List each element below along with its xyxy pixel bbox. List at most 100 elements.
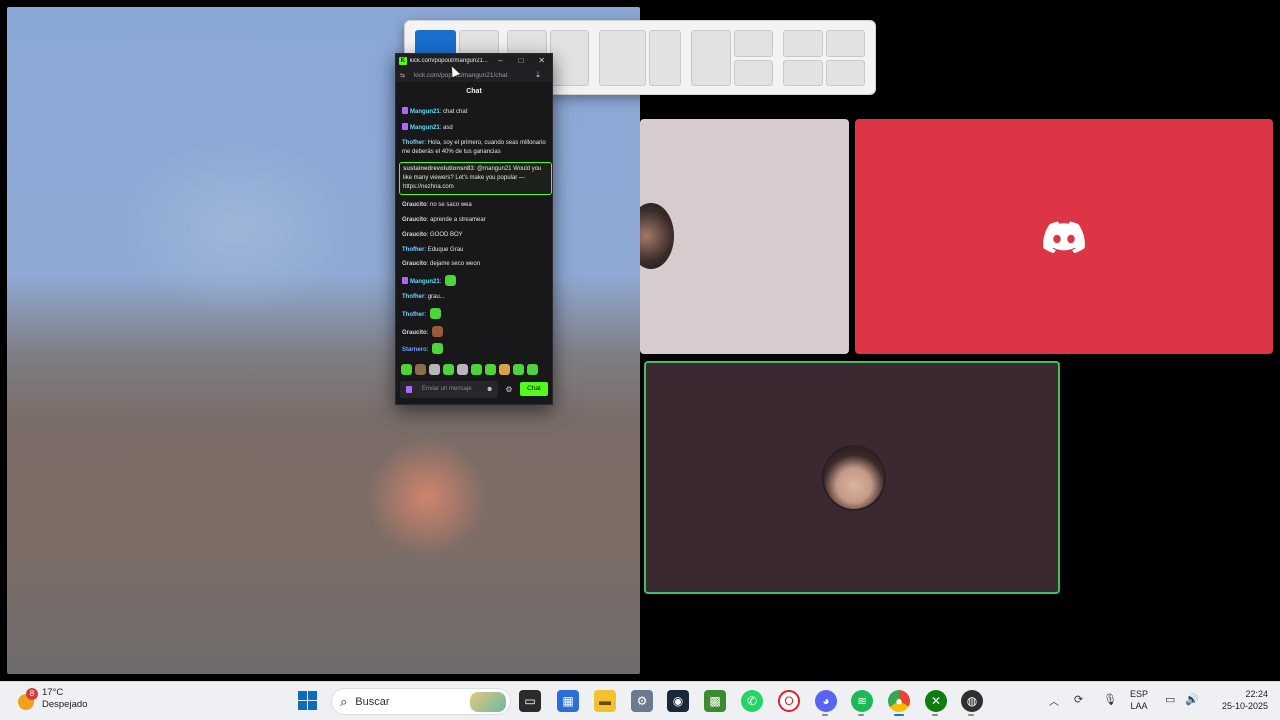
weather-widget[interactable]: 8 17°C Despejado	[16, 687, 87, 711]
discord-icon[interactable]: ◕	[815, 690, 837, 712]
steam-icon[interactable]: ◉	[667, 690, 689, 712]
snap-layout-quarters[interactable]	[783, 30, 865, 86]
chat-message: sustainedrevolutionsn83: @mangun21 Would…	[399, 162, 552, 196]
snap-zone[interactable]	[783, 59, 823, 86]
task-view-icon[interactable]: ▭	[519, 690, 541, 712]
desktop: K kick.com/popout/mangun21... – □ ✕ ⇆ ki…	[0, 0, 1280, 720]
snap-zone[interactable]	[825, 30, 865, 57]
emote-button[interactable]	[401, 364, 412, 375]
running-app-indicator	[822, 714, 828, 716]
taskbar-search[interactable]: ⌕ Buscar	[331, 688, 511, 715]
chat-input[interactable]: Enviar un mensaje	[422, 386, 482, 393]
chat-emote-icon[interactable]	[432, 343, 444, 355]
window-title: kick.com/popout/mangun21...	[409, 58, 488, 64]
send-chat-button[interactable]: Chat	[520, 382, 548, 396]
chat-username[interactable]: Thofher	[402, 247, 424, 253]
chat-message: Graucito: dejame seco weon	[402, 260, 550, 269]
chat-username[interactable]: Thofher	[402, 294, 424, 300]
snap-zone[interactable]	[649, 30, 681, 86]
emote-button[interactable]	[471, 364, 482, 375]
settings-icon[interactable]: ⚙	[631, 690, 653, 712]
emote-button[interactable]	[485, 364, 496, 375]
chat-message: Graucito: no se saco wea	[402, 201, 550, 210]
participant-tile-discord[interactable]	[855, 119, 1273, 354]
chat-username[interactable]: Graucito	[402, 202, 427, 208]
emote-button[interactable]	[443, 364, 454, 375]
chat-username[interactable]: Mangun21	[410, 279, 440, 285]
chat-message-text: GOOD BOY	[430, 231, 463, 238]
start-button-icon[interactable]	[297, 690, 319, 712]
chat-emote-icon[interactable]	[429, 307, 441, 319]
address-bar[interactable]: ⇆ kick.com/popout/mangun21/chat ⤓	[396, 68, 552, 82]
username-separator: :	[426, 329, 431, 336]
chat-username[interactable]: Graucito	[402, 261, 427, 267]
file-explorer-icon[interactable]: ▬	[594, 690, 616, 712]
kick-logo-icon: K	[399, 57, 407, 65]
chat-message: Thofher: Hola, soy el primero, cuando se…	[402, 139, 550, 157]
obs-icon[interactable]: ◍	[961, 690, 983, 712]
minecraft-icon[interactable]: ▩	[704, 690, 726, 712]
chat-settings-icon[interactable]: ⚙	[504, 385, 514, 394]
maximize-button[interactable]: □	[511, 54, 532, 68]
search-highlight-image	[470, 692, 506, 712]
chat-username[interactable]: sustainedrevolutionsn83	[403, 166, 474, 172]
chat-message: Graucito: GOOD BOY	[402, 231, 550, 240]
chat-username[interactable]: Graucito	[402, 330, 427, 336]
participant-tile-camera[interactable]	[644, 361, 1060, 594]
chat-username[interactable]: Mangun21	[410, 125, 440, 131]
minimize-button[interactable]: –	[490, 54, 511, 68]
snap-zone[interactable]	[733, 30, 773, 57]
chat-username[interactable]: Graucito	[402, 232, 427, 238]
snap-zone[interactable]	[691, 30, 731, 86]
chat-emote-icon[interactable]	[432, 325, 444, 337]
snap-zone[interactable]	[783, 30, 823, 57]
snap-zone[interactable]	[733, 59, 773, 86]
snap-layout-wide-left[interactable]	[599, 30, 681, 86]
chat-emote-icon[interactable]	[445, 275, 457, 287]
chat-message: Graucito:	[402, 325, 550, 338]
chat-message: Starnero:	[402, 343, 550, 355]
emote-button[interactable]	[429, 364, 440, 375]
chat-message: Mangun21: asd	[402, 122, 550, 133]
emote-button[interactable]	[499, 364, 510, 375]
xbox-icon[interactable]: ✕	[925, 690, 947, 712]
site-info-icon[interactable]: ⇆	[400, 72, 410, 79]
snap-zone[interactable]	[599, 30, 647, 86]
chat-username[interactable]: Thofher	[402, 140, 424, 146]
microsoft-store-icon[interactable]: ▦	[557, 690, 579, 712]
chat-username[interactable]: Graucito	[402, 217, 427, 223]
running-app-indicator	[858, 714, 864, 716]
volume-icon[interactable]: 🔊	[1185, 693, 1199, 706]
emote-button[interactable]	[513, 364, 524, 375]
download-icon[interactable]: ⤓	[532, 70, 544, 80]
chrome-icon[interactable]: ●	[888, 690, 910, 712]
spotify-icon[interactable]: ≋	[851, 690, 873, 712]
url-text: kick.com/popout/mangun21/chat	[414, 71, 508, 79]
chat-username[interactable]: Mangun21	[410, 109, 440, 115]
emoji-picker-icon[interactable]: ☻	[486, 386, 493, 393]
participant-tile-1[interactable]	[640, 119, 849, 354]
microphone-icon[interactable]: 🎙	[1103, 693, 1117, 706]
network-icon[interactable]: ▭	[1165, 693, 1175, 706]
whatsapp-icon[interactable]: ✆	[741, 690, 763, 712]
chat-username[interactable]: Starnero	[402, 347, 427, 353]
window-titlebar[interactable]: K kick.com/popout/mangun21... – □ ✕	[396, 54, 552, 68]
chat-message: Mangun21: chat chat	[402, 107, 550, 117]
emote-button[interactable]	[457, 364, 468, 375]
emote-button[interactable]	[415, 364, 426, 375]
system-clock[interactable]: 22:24 25-10-2025	[1208, 688, 1268, 712]
snap-layout-left-split[interactable]	[691, 30, 773, 86]
snap-zone[interactable]	[825, 59, 865, 86]
chat-input-container[interactable]: Enviar un mensaje ☻	[400, 380, 498, 398]
snap-zone[interactable]	[549, 30, 589, 86]
opera-icon[interactable]: O	[778, 690, 800, 712]
chat-username[interactable]: Thofher	[402, 312, 424, 318]
close-button[interactable]: ✕	[531, 54, 552, 68]
username-separator: :	[426, 347, 431, 354]
search-label: Buscar	[355, 695, 390, 708]
blurred-light	[367, 437, 487, 557]
sync-icon[interactable]: ⟳	[1074, 693, 1083, 706]
tray-overflow-chevron-icon[interactable]: ︿	[1049, 693, 1059, 708]
emote-button[interactable]	[527, 364, 538, 375]
input-language[interactable]: ESP LAA	[1130, 688, 1148, 712]
